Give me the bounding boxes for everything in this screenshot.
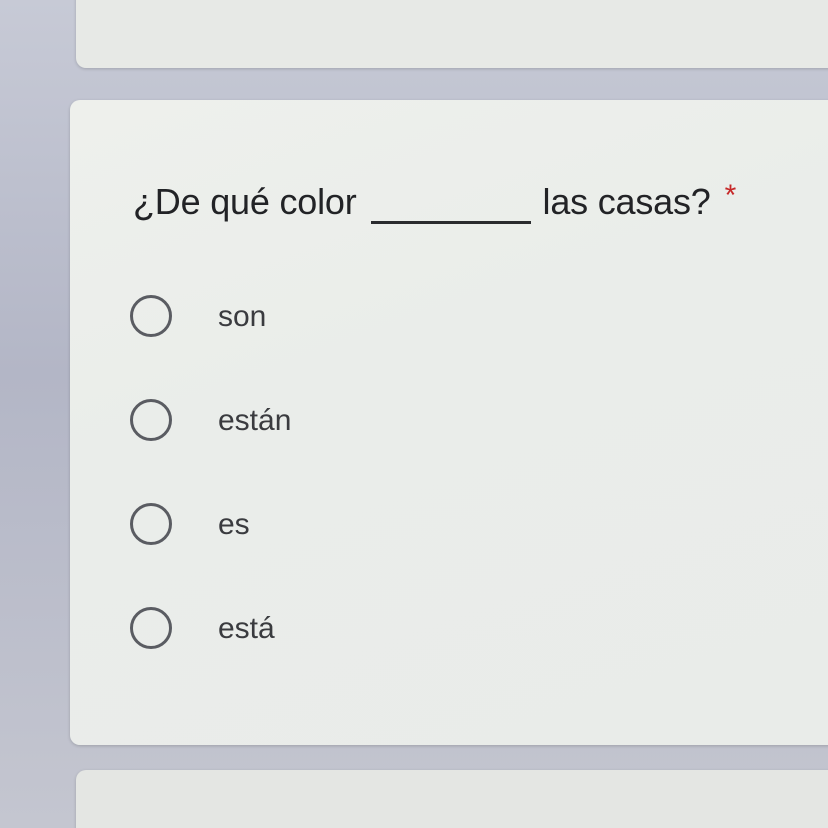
question-text-after: las casas? <box>542 181 711 222</box>
option-label[interactable]: están <box>218 403 291 439</box>
fill-in-blank-line <box>370 191 531 224</box>
required-asterisk: * <box>724 179 737 212</box>
radio-options-group: son están es está <box>130 295 730 711</box>
radio-circle-icon[interactable] <box>130 399 172 441</box>
option-label[interactable]: es <box>218 507 250 543</box>
option-son[interactable]: son <box>130 295 730 399</box>
radio-circle-icon[interactable] <box>130 607 172 649</box>
radio-circle-icon[interactable] <box>130 503 172 545</box>
previous-question-card <box>76 0 828 68</box>
option-es[interactable]: es <box>130 503 730 607</box>
option-label[interactable]: son <box>218 299 266 335</box>
option-estan[interactable]: están <box>130 399 730 503</box>
question-text-before: ¿De qué color <box>133 181 357 222</box>
next-question-card <box>76 770 828 828</box>
question-title: ¿De qué color las casas? * <box>133 172 736 224</box>
option-label[interactable]: está <box>218 611 275 647</box>
radio-circle-icon[interactable] <box>130 295 172 337</box>
option-esta[interactable]: está <box>130 607 730 711</box>
